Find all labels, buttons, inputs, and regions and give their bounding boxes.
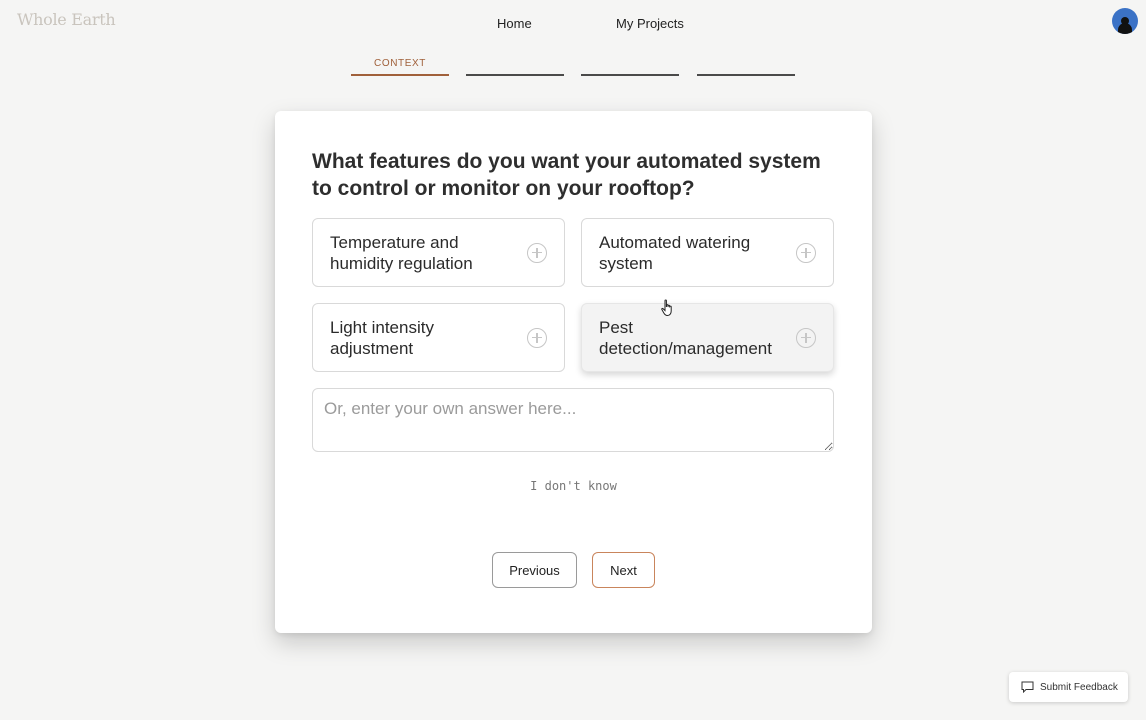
submit-feedback-label: Submit Feedback <box>1040 681 1118 693</box>
plus-circle-icon <box>527 242 547 263</box>
user-avatar[interactable] <box>1112 8 1138 34</box>
avatar-body <box>1118 23 1132 34</box>
option-label: Light intensity adjustment <box>330 317 434 358</box>
nav-my-projects-link[interactable]: My Projects <box>616 16 684 31</box>
option-label: Temperature and humidity regulation <box>330 232 473 273</box>
step-context: CONTEXT <box>351 56 449 76</box>
option-temperature-humidity[interactable]: Temperature and humidity regulation <box>312 218 565 287</box>
step-3 <box>581 56 679 76</box>
option-label: Pest detection/management <box>599 317 772 358</box>
custom-answer-input[interactable] <box>312 388 834 452</box>
plus-circle-icon <box>796 242 816 263</box>
hand-pointer-cursor-icon <box>661 299 672 317</box>
plus-circle-icon <box>796 327 816 348</box>
next-button[interactable]: Next <box>592 552 655 588</box>
question-card: What features do you want your automated… <box>275 111 872 633</box>
step-label-context: CONTEXT <box>374 58 426 69</box>
plus-circle-icon <box>527 327 547 348</box>
step-4 <box>697 56 795 76</box>
previous-button[interactable]: Previous <box>492 552 577 588</box>
dont-know-link[interactable]: I don't know <box>275 479 872 493</box>
submit-feedback-button[interactable]: Submit Feedback <box>1009 672 1128 702</box>
logo[interactable]: Whole Earth <box>17 10 116 29</box>
option-automated-watering[interactable]: Automated watering system <box>581 218 834 287</box>
step-2 <box>466 56 564 76</box>
nav-home-link[interactable]: Home <box>497 16 532 31</box>
progress-steps: CONTEXT <box>351 56 795 76</box>
option-light-intensity[interactable]: Light intensity adjustment <box>312 303 565 372</box>
option-label: Automated watering system <box>599 232 751 273</box>
chat-bubble-icon <box>1021 681 1034 693</box>
option-pest-detection[interactable]: Pest detection/management <box>581 303 834 372</box>
question-title: What features do you want your automated… <box>312 150 821 200</box>
